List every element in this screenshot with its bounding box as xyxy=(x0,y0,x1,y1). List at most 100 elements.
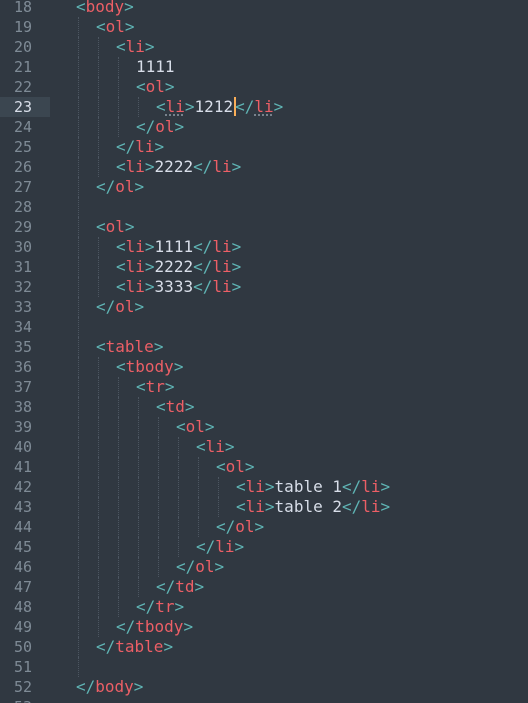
code-line[interactable]: 40 <li> xyxy=(0,437,528,457)
code-line[interactable]: 45 </li> xyxy=(0,537,528,557)
tag-punctuation: </ xyxy=(193,157,213,176)
tag-name: li xyxy=(361,497,381,516)
code-text: <tr> xyxy=(136,377,175,397)
tag-punctuation: > xyxy=(173,357,184,376)
code-line[interactable]: 31 <li>2222</li> xyxy=(0,257,528,277)
code-line[interactable]: 21 1111 xyxy=(0,57,528,77)
tag-punctuation: > xyxy=(124,217,135,236)
tag-punctuation: </ xyxy=(176,557,196,576)
code-text: <ol> xyxy=(216,457,255,477)
tag-punctuation: > xyxy=(154,137,165,156)
code-line[interactable]: 49 </tbody> xyxy=(0,617,528,637)
code-line[interactable]: 48 </tr> xyxy=(0,597,528,617)
tag-name: ol xyxy=(115,297,135,316)
indent-guide xyxy=(78,217,79,237)
indent-guide xyxy=(78,597,79,617)
line-number: 32 xyxy=(13,278,32,296)
indent-guide xyxy=(98,517,99,537)
code-line[interactable]: 52 </body> xyxy=(0,677,528,697)
code-line[interactable]: 47 </td> xyxy=(0,577,528,597)
line-number: 31 xyxy=(13,258,32,276)
code-text: </li> xyxy=(196,537,244,557)
code-line[interactable]: 36 <tbody> xyxy=(0,357,528,377)
tag-punctuation: </ xyxy=(76,677,96,696)
text-content: 1212 xyxy=(194,97,234,116)
code-line[interactable]: 25 </li> xyxy=(0,137,528,157)
tag-punctuation: > xyxy=(124,17,135,36)
indent-guide xyxy=(78,137,79,157)
indent-guide xyxy=(78,177,79,197)
indent-guide xyxy=(78,317,79,337)
indent-guide xyxy=(118,57,119,77)
code-line[interactable]: 35 <table> xyxy=(0,337,528,357)
tag-name: li xyxy=(125,237,145,256)
indent-guide xyxy=(98,237,99,257)
tag-name: tr xyxy=(145,377,165,396)
code-line[interactable]: 33 </ol> xyxy=(0,297,528,317)
code-line[interactable]: 38 <td> xyxy=(0,397,528,417)
tag-punctuation: > xyxy=(164,377,175,396)
indent-guide xyxy=(78,97,79,117)
text-content: 1111 xyxy=(136,57,175,76)
code-line[interactable]: 43 <li>table 2</li> xyxy=(0,497,528,517)
code-text: <li>3333</li> xyxy=(116,277,241,297)
code-line[interactable]: 24 </ol> xyxy=(0,117,528,137)
tag-punctuation: </ xyxy=(193,257,213,276)
tag-name: ol xyxy=(185,417,205,436)
code-line[interactable]: 23 <li>1212 </li> xyxy=(0,97,528,117)
code-line[interactable]: 28 xyxy=(0,197,528,217)
code-text: </ol> xyxy=(96,297,144,317)
indent-guide xyxy=(158,497,159,517)
tag-punctuation: < xyxy=(136,377,146,396)
code-line[interactable]: 44 </ol> xyxy=(0,517,528,537)
code-line[interactable]: 39 <ol> xyxy=(0,417,528,437)
indent-guide xyxy=(138,557,139,577)
code-line[interactable]: 37 <tr> xyxy=(0,377,528,397)
tag-name: li xyxy=(245,497,265,516)
indent-guide xyxy=(98,357,99,377)
indent-guide xyxy=(78,357,79,377)
code-line[interactable]: 19 <ol> xyxy=(0,17,528,37)
indent-guide xyxy=(178,517,179,537)
code-line[interactable]: 32 <li>3333</li> xyxy=(0,277,528,297)
code-line[interactable]: 42 <li>table 1</li> xyxy=(0,477,528,497)
code-text: <table> xyxy=(96,337,163,357)
code-line[interactable]: 30 <li>1111</li> xyxy=(0,237,528,257)
code-text: </tr> xyxy=(136,597,184,617)
code-line[interactable]: 18 <body> xyxy=(0,0,528,17)
tag-name-matched: li xyxy=(165,97,185,116)
code-line[interactable]: 20 <li> xyxy=(0,37,528,57)
indent-guide xyxy=(158,437,159,457)
code-text: </body> xyxy=(76,677,143,697)
tag-name: li xyxy=(245,477,265,496)
line-number: 47 xyxy=(13,578,32,596)
code-line[interactable]: 22 <ol> xyxy=(0,77,528,97)
indent-guide xyxy=(118,537,119,557)
code-editor[interactable]: 18 <body> 19 <ol> 20 <li> 21 1111 22 <ol> 23 <li>12… xyxy=(0,0,528,703)
tag-punctuation: > xyxy=(224,437,235,456)
code-line[interactable]: 46 </ol> xyxy=(0,557,528,577)
code-line[interactable]: 26 <li>2222</li> xyxy=(0,157,528,177)
tag-name: ol xyxy=(195,557,215,576)
code-line[interactable]: 29 <ol> xyxy=(0,217,528,237)
indent-guide xyxy=(198,457,199,477)
code-line[interactable]: 51 xyxy=(0,657,528,677)
tag-name: ol xyxy=(235,517,255,536)
line-number: 41 xyxy=(13,458,32,476)
tag-name: li xyxy=(215,537,235,556)
tag-name: tr xyxy=(155,597,175,616)
code-line[interactable]: 41 <ol> xyxy=(0,457,528,477)
tag-punctuation: > xyxy=(380,477,391,496)
code-line[interactable]: 50 </table> xyxy=(0,637,528,657)
tag-name: li xyxy=(125,257,145,276)
tag-name: ol xyxy=(145,77,165,96)
code-line[interactable]: 53 xyxy=(0,697,528,703)
code-text: <ol> xyxy=(176,417,215,437)
code-line[interactable]: 34 xyxy=(0,317,528,337)
tag-name: body xyxy=(95,677,134,696)
indent-guide xyxy=(78,57,79,77)
code-text: 1111 xyxy=(136,57,175,77)
tag-punctuation: > xyxy=(204,417,215,436)
code-line[interactable]: 27 </ol> xyxy=(0,177,528,197)
line-number: 38 xyxy=(13,398,32,416)
